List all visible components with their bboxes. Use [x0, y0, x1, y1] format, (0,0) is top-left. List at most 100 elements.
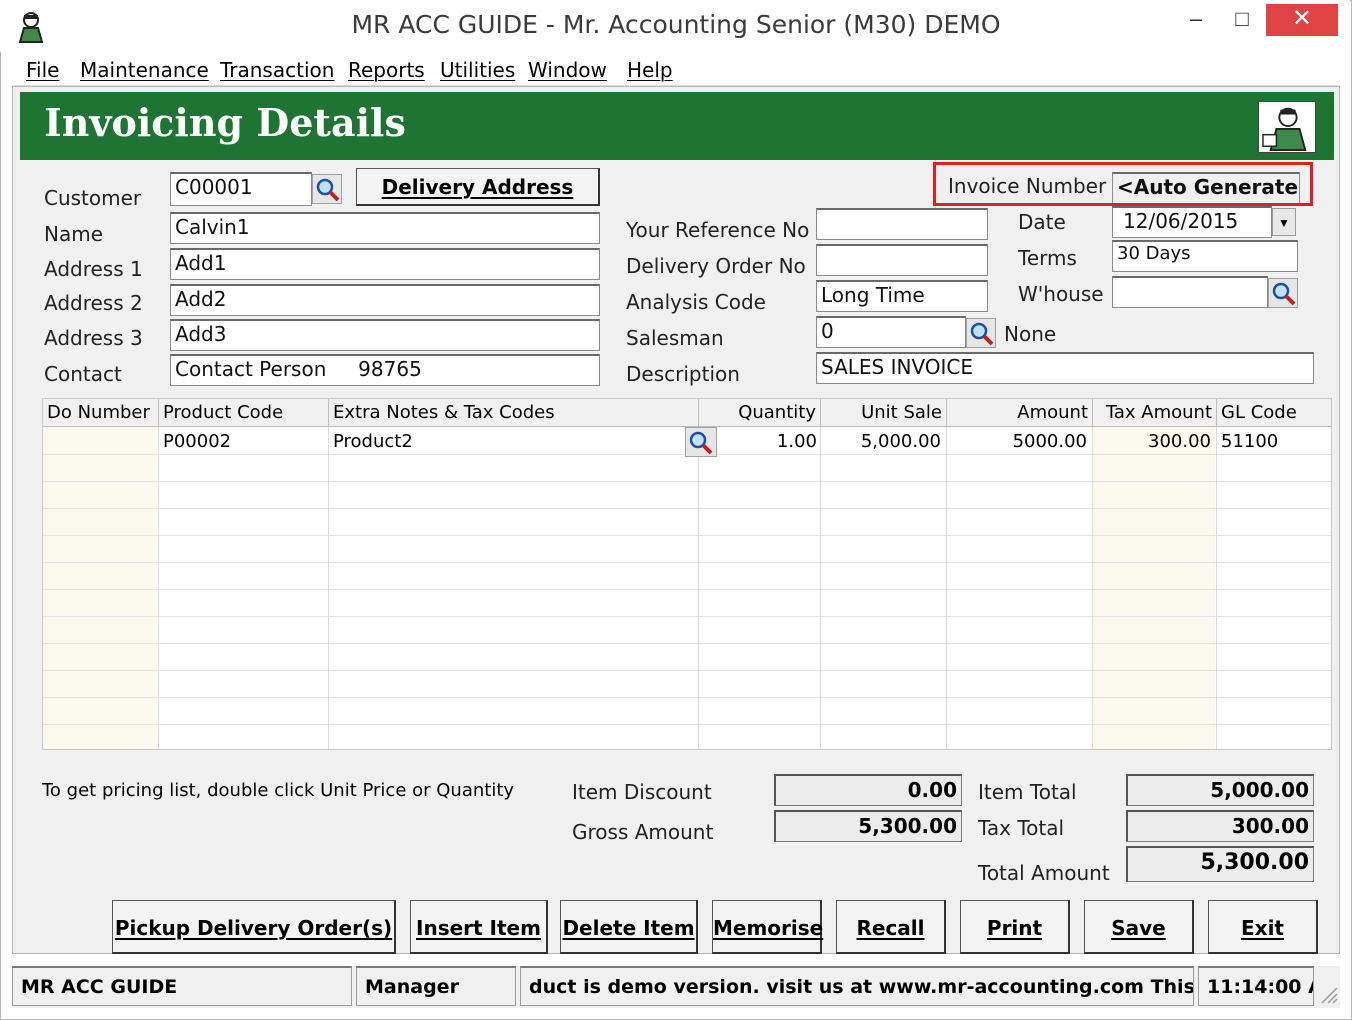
address1-label: Address 1	[44, 257, 143, 281]
grid-row-line	[43, 616, 1331, 617]
menu-help[interactable]: Help	[627, 58, 673, 82]
contact-input[interactable]: Contact Person 98765	[170, 354, 600, 386]
cell-product-code: P00002	[163, 431, 232, 452]
invoice-items-grid[interactable]: Do Number Product Code Extra Notes & Tax…	[42, 398, 1332, 750]
date-label: Date	[1018, 210, 1066, 234]
search-icon	[970, 322, 994, 346]
tax-total-label: Tax Total	[978, 816, 1065, 840]
analysis-code-input[interactable]: Long Time	[816, 280, 988, 312]
status-company: MR ACC GUIDE	[12, 966, 352, 1006]
column-header-quantity[interactable]: Quantity	[699, 399, 821, 427]
cell-quantity: 1.00	[776, 431, 817, 452]
pickup-delivery-orders-button[interactable]: Pickup Delivery Order(s)	[112, 900, 396, 954]
search-icon	[1272, 282, 1296, 306]
table-row[interactable]: P00002 Product2 1.00 5,000.00 5000.00 30…	[43, 427, 1331, 457]
salesman-input[interactable]: 0	[816, 316, 966, 348]
item-discount-label: Item Discount	[572, 780, 712, 804]
cell-gl-code: 51100	[1221, 431, 1279, 452]
invoice-number-highlight	[933, 162, 1313, 206]
address3-label: Address 3	[44, 326, 143, 350]
status-time: 11:14:00 AI	[1198, 966, 1314, 1006]
column-header-gl-code[interactable]: GL Code	[1217, 399, 1331, 427]
menu-file[interactable]: File	[26, 58, 59, 82]
status-message: duct is demo version. visit us at www.mr…	[520, 966, 1194, 1006]
exit-button[interactable]: Exit	[1208, 900, 1318, 954]
column-header-product-code[interactable]: Product Code	[159, 399, 329, 427]
your-reference-label: Your Reference No	[626, 218, 810, 242]
menu-utilities[interactable]: Utilities	[440, 58, 515, 82]
salesman-lookup-button[interactable]	[966, 318, 996, 348]
grid-row-line	[43, 589, 1331, 590]
item-discount-value: 0.00	[774, 774, 962, 806]
grid-row-line	[43, 724, 1331, 725]
column-header-do-number[interactable]: Do Number	[43, 399, 159, 427]
customer-input[interactable]: C00001	[170, 172, 312, 206]
delivery-address-button[interactable]: Delivery Address	[356, 168, 600, 206]
menu-maintenance[interactable]: Maintenance	[80, 58, 209, 82]
print-button[interactable]: Print	[960, 900, 1070, 954]
pricing-hint: To get pricing list, double click Unit P…	[42, 780, 515, 801]
address3-input[interactable]: Add3	[170, 319, 600, 351]
warehouse-input[interactable]	[1112, 276, 1268, 308]
analysis-code-label: Analysis Code	[626, 290, 766, 314]
address2-input[interactable]: Add2	[170, 284, 600, 316]
minimize-button[interactable]: –	[1176, 4, 1216, 36]
column-header-tax-amount[interactable]: Tax Amount	[1093, 399, 1217, 427]
warehouse-lookup-button[interactable]	[1268, 278, 1298, 308]
gross-amount-value: 5,300.00	[774, 810, 962, 842]
salesman-label: Salesman	[626, 326, 724, 350]
description-label: Description	[626, 362, 740, 386]
your-reference-input[interactable]	[816, 208, 988, 240]
grid-row-line	[43, 562, 1331, 563]
grid-row-line	[43, 643, 1331, 644]
item-total-value: 5,000.00	[1126, 774, 1314, 806]
address1-input[interactable]: Add1	[170, 248, 600, 280]
memorise-button[interactable]: Memorise	[712, 900, 823, 954]
delivery-order-label: Delivery Order No	[626, 254, 806, 278]
date-input[interactable]: 12/06/2015	[1112, 206, 1272, 238]
gross-amount-label: Gross Amount	[572, 820, 714, 844]
name-label: Name	[44, 222, 104, 246]
address2-label: Address 2	[44, 291, 143, 315]
contact-label: Contact	[44, 362, 122, 386]
cell-tax-amount: 300.00	[1148, 431, 1211, 452]
tax-total-value: 300.00	[1126, 810, 1314, 842]
cell-unit-sale: 5,000.00	[860, 431, 941, 452]
delivery-order-input[interactable]	[816, 244, 988, 276]
salesman-name: None	[1004, 322, 1057, 346]
customer-lookup-button[interactable]	[312, 174, 342, 204]
menu-bar	[12, 54, 1340, 86]
grid-row-line	[43, 535, 1331, 536]
warehouse-label: W'house	[1018, 282, 1104, 306]
date-dropdown-button[interactable]: ▼	[1272, 208, 1296, 236]
total-amount-label: Total Amount	[978, 861, 1110, 885]
menu-window[interactable]: Window	[528, 58, 607, 82]
resize-grip-icon[interactable]	[1318, 984, 1338, 1004]
column-header-notes[interactable]: Extra Notes & Tax Codes	[329, 399, 699, 427]
menu-transaction[interactable]: Transaction	[220, 58, 334, 82]
column-header-amount[interactable]: Amount	[947, 399, 1093, 427]
grid-row-line	[43, 508, 1331, 509]
menu-reports[interactable]: Reports	[348, 58, 425, 82]
terms-label: Terms	[1018, 246, 1077, 270]
description-input[interactable]: SALES INVOICE	[816, 352, 1314, 384]
cell-notes: Product2	[333, 431, 413, 452]
close-button[interactable]: ✕	[1266, 4, 1338, 36]
grid-row-line	[43, 697, 1331, 698]
window-title: MR ACC GUIDE - Mr. Accounting Senior (M3…	[351, 10, 1001, 39]
accountant-icon	[1258, 101, 1316, 153]
name-input[interactable]: Calvin1	[170, 212, 600, 244]
status-user: Manager	[356, 966, 516, 1006]
column-header-unit-sale[interactable]: Unit Sale	[821, 399, 947, 427]
delete-item-button[interactable]: Delete Item	[560, 900, 698, 954]
grid-row-line	[43, 481, 1331, 482]
save-button[interactable]: Save	[1084, 900, 1194, 954]
customer-label: Customer	[44, 186, 142, 210]
recall-button[interactable]: Recall	[836, 900, 946, 954]
maximize-button[interactable]: □	[1222, 4, 1262, 36]
insert-item-button[interactable]: Insert Item	[410, 900, 548, 954]
cell-amount: 5000.00	[1012, 431, 1087, 452]
chevron-down-icon: ▼	[1278, 216, 1290, 230]
search-icon	[316, 178, 340, 202]
terms-input[interactable]: 30 Days	[1112, 240, 1298, 272]
